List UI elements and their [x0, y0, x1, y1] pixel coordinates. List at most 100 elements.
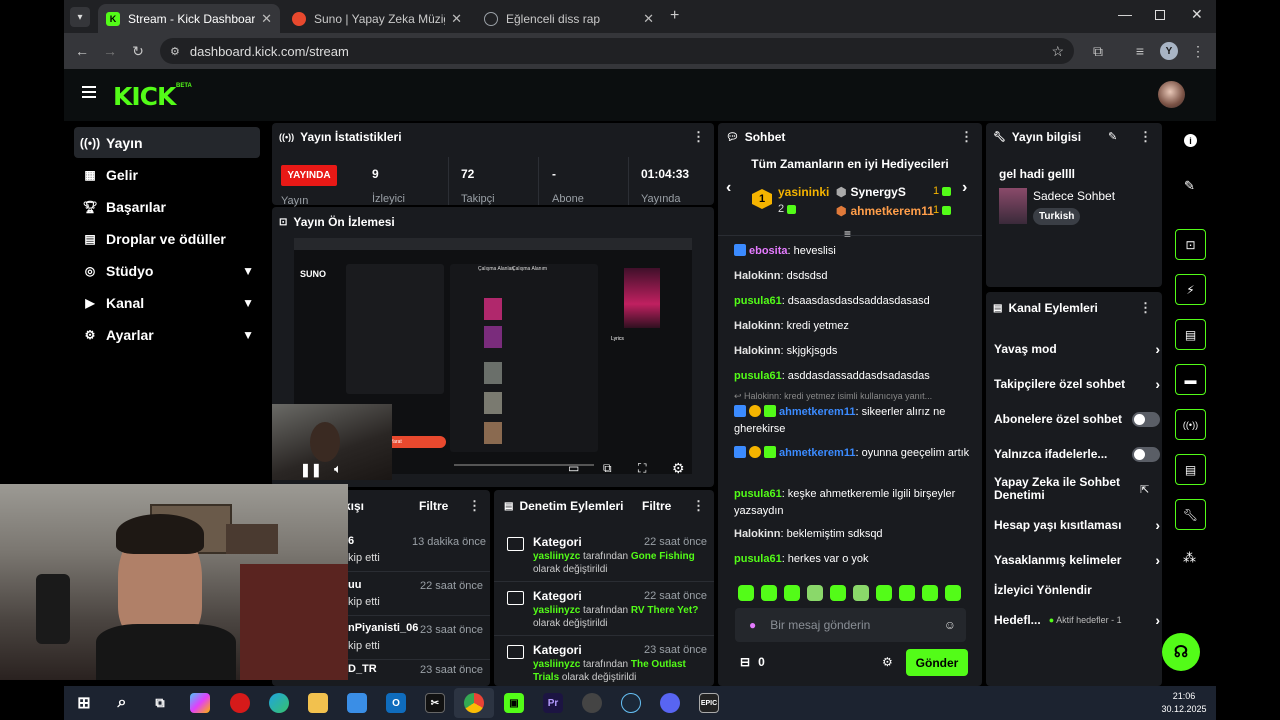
- emote-icon[interactable]: [761, 585, 777, 601]
- kick-logo[interactable]: KICK: [113, 82, 176, 111]
- clock[interactable]: 21:06 30.12.2025: [1156, 690, 1212, 716]
- subscribers-only-action[interactable]: Abonelere özel sohbet: [994, 411, 1162, 427]
- moderation-filter-button[interactable]: Filtre: [642, 499, 671, 513]
- pause-icon[interactable]: ❚❚: [300, 462, 322, 478]
- close-tab-icon[interactable]: ✕: [643, 11, 654, 27]
- user-avatar[interactable]: [1158, 81, 1185, 108]
- sidebar-item-basarilar[interactable]: 🏆︎ Başarılar: [74, 191, 260, 222]
- emoji-icon[interactable]: ☺: [944, 618, 956, 632]
- goals-action[interactable]: Hedefl... ● Aktif hedefler - 1 ›: [994, 612, 1162, 628]
- emote-icon[interactable]: [807, 585, 823, 601]
- info-icon[interactable]: i: [1184, 134, 1197, 147]
- ai-moderation-action[interactable]: Yapay Zeka ile Sohbet Denetimi: [994, 476, 1134, 502]
- close-tab-icon[interactable]: ✕: [451, 11, 462, 27]
- channel-actions-menu-icon[interactable]: ⋮: [1139, 300, 1152, 316]
- emotes-only-action[interactable]: Yalnızca ifadelerle...: [994, 446, 1162, 462]
- steam-icon[interactable]: [621, 693, 641, 713]
- mini-player-icon[interactable]: ⧉: [603, 461, 612, 476]
- theater-mode-icon[interactable]: ▭: [568, 461, 579, 475]
- sidebar-item-yayin[interactable]: ((•)) Yayın: [74, 127, 260, 158]
- emote-icon[interactable]: [830, 585, 846, 601]
- support-button[interactable]: ☊: [1162, 633, 1200, 671]
- extensions-icon[interactable]: ⧉: [1088, 41, 1108, 61]
- chrome-icon[interactable]: [464, 693, 484, 713]
- sidebar-item-droplar[interactable]: ▤ Droplar ve ödüller: [74, 223, 260, 254]
- emote-icon[interactable]: [899, 585, 915, 601]
- edit-layout-icon[interactable]: ✎: [1184, 178, 1195, 194]
- close-tab-icon[interactable]: ✕: [261, 11, 272, 27]
- microphone-icon[interactable]: ●: [749, 618, 756, 632]
- sidebar-item-ayarlar[interactable]: ⚙ Ayarlar ▼: [74, 319, 260, 350]
- emote-icon[interactable]: [853, 585, 869, 601]
- chat-input[interactable]: ● Bir mesaj gönderin ☺: [735, 608, 966, 642]
- media-control-icon[interactable]: ≡: [1130, 41, 1150, 61]
- video-settings-icon[interactable]: ⚙: [672, 460, 685, 477]
- maximize-icon[interactable]: [1155, 10, 1165, 20]
- host-viewers-action[interactable]: İzleyici Yönlendir: [994, 583, 1162, 597]
- epic-games-icon[interactable]: EPIC: [699, 693, 719, 713]
- chat-settings-icon[interactable]: ⚙: [882, 655, 893, 669]
- volume-icon[interactable]: 🔈︎: [334, 461, 342, 477]
- tab-search-button[interactable]: ▾: [70, 7, 90, 27]
- browser-tab-suno[interactable]: Suno | Yapay Zeka Müziği ✕: [284, 4, 470, 33]
- banned-words-action[interactable]: Yasaklanmış kelimeler ›: [994, 552, 1162, 568]
- search-icon[interactable]: ⌕: [112, 693, 132, 713]
- file-explorer-icon[interactable]: [308, 693, 328, 713]
- chat-toggle-button[interactable]: ▬: [1175, 364, 1206, 395]
- app-icon[interactable]: [582, 693, 602, 713]
- account-age-action[interactable]: Hesap yaşı kısıtlaması ›: [994, 517, 1162, 533]
- browser-tab-diss-rap[interactable]: Eğlenceli diss rap ✕: [476, 4, 662, 33]
- pinned-expand-icon[interactable]: ≡: [844, 227, 851, 241]
- preview-toggle-button[interactable]: ⊡: [1175, 229, 1206, 260]
- profile-avatar[interactable]: Y: [1160, 42, 1178, 60]
- external-link-icon[interactable]: ⇱: [1140, 483, 1149, 496]
- sidebar-item-kanal[interactable]: ▶ Kanal ▼: [74, 287, 260, 318]
- emote-icon[interactable]: [945, 585, 961, 601]
- edge-icon[interactable]: [269, 693, 289, 713]
- edit-icon[interactable]: ✎: [1108, 130, 1117, 143]
- followers-only-action[interactable]: Takipçilere özel sohbet ›: [994, 376, 1162, 392]
- browser-menu-icon[interactable]: ⋮: [1188, 41, 1208, 61]
- minimize-icon[interactable]: —: [1118, 6, 1132, 22]
- add-widget-icon[interactable]: ⁂: [1183, 550, 1196, 566]
- copilot-icon[interactable]: [190, 693, 210, 713]
- reload-icon[interactable]: ↻: [128, 41, 148, 61]
- outlook-icon[interactable]: O: [386, 693, 406, 713]
- followers-filter-button[interactable]: Filtre: [419, 499, 448, 513]
- site-info-icon[interactable]: ⚙: [170, 45, 180, 58]
- slow-mode-action[interactable]: Yavaş mod ›: [994, 341, 1162, 357]
- discord-icon[interactable]: [660, 693, 680, 713]
- notes-button[interactable]: ▤: [1175, 319, 1206, 350]
- stream-info-menu-icon[interactable]: ⋮: [1139, 129, 1152, 145]
- emote-icon[interactable]: [876, 585, 892, 601]
- browser-tab-kick[interactable]: K Stream - Kick Dashboard ✕: [98, 4, 280, 33]
- moderation-menu-icon[interactable]: ⋮: [692, 498, 705, 514]
- stats-menu-icon[interactable]: ⋮: [692, 129, 705, 145]
- address-bar[interactable]: ⚙ dashboard.kick.com/stream ☆: [160, 38, 1074, 64]
- gifters-next-icon[interactable]: ›: [962, 179, 967, 197]
- settings-toggle-button[interactable]: 🔧︎: [1175, 499, 1206, 530]
- forward-icon[interactable]: →: [100, 41, 120, 61]
- sidebar-item-studyo[interactable]: ◎ Stüdyo ▼: [74, 255, 260, 286]
- channel-points[interactable]: ⊟ 0: [740, 655, 765, 669]
- quick-actions-button[interactable]: ⚡︎: [1175, 274, 1206, 305]
- send-button[interactable]: Gönder: [906, 649, 968, 676]
- store-icon[interactable]: [347, 693, 367, 713]
- chat-menu-icon[interactable]: ⋮: [960, 129, 973, 145]
- hamburger-menu-icon[interactable]: [82, 86, 96, 98]
- kick-studio-icon[interactable]: ▣: [504, 693, 524, 713]
- task-view-icon[interactable]: ⧉: [150, 693, 170, 713]
- emote-icon[interactable]: [922, 585, 938, 601]
- gifters-prev-icon[interactable]: ‹: [726, 179, 731, 197]
- new-tab-icon[interactable]: +: [670, 7, 679, 25]
- emote-icon[interactable]: [738, 585, 754, 601]
- close-window-icon[interactable]: ✕: [1191, 6, 1203, 23]
- sidebar-item-gelir[interactable]: ▦ Gelir: [74, 159, 260, 190]
- back-icon[interactable]: ←: [72, 41, 92, 61]
- broadcast-toggle-button[interactable]: ((•)): [1175, 409, 1206, 440]
- fullscreen-icon[interactable]: ⛶: [638, 461, 646, 476]
- followers-menu-icon[interactable]: ⋮: [468, 498, 481, 514]
- premiere-icon[interactable]: Pr: [543, 693, 563, 713]
- opera-icon[interactable]: [230, 693, 250, 713]
- start-icon[interactable]: ⊞: [74, 693, 94, 713]
